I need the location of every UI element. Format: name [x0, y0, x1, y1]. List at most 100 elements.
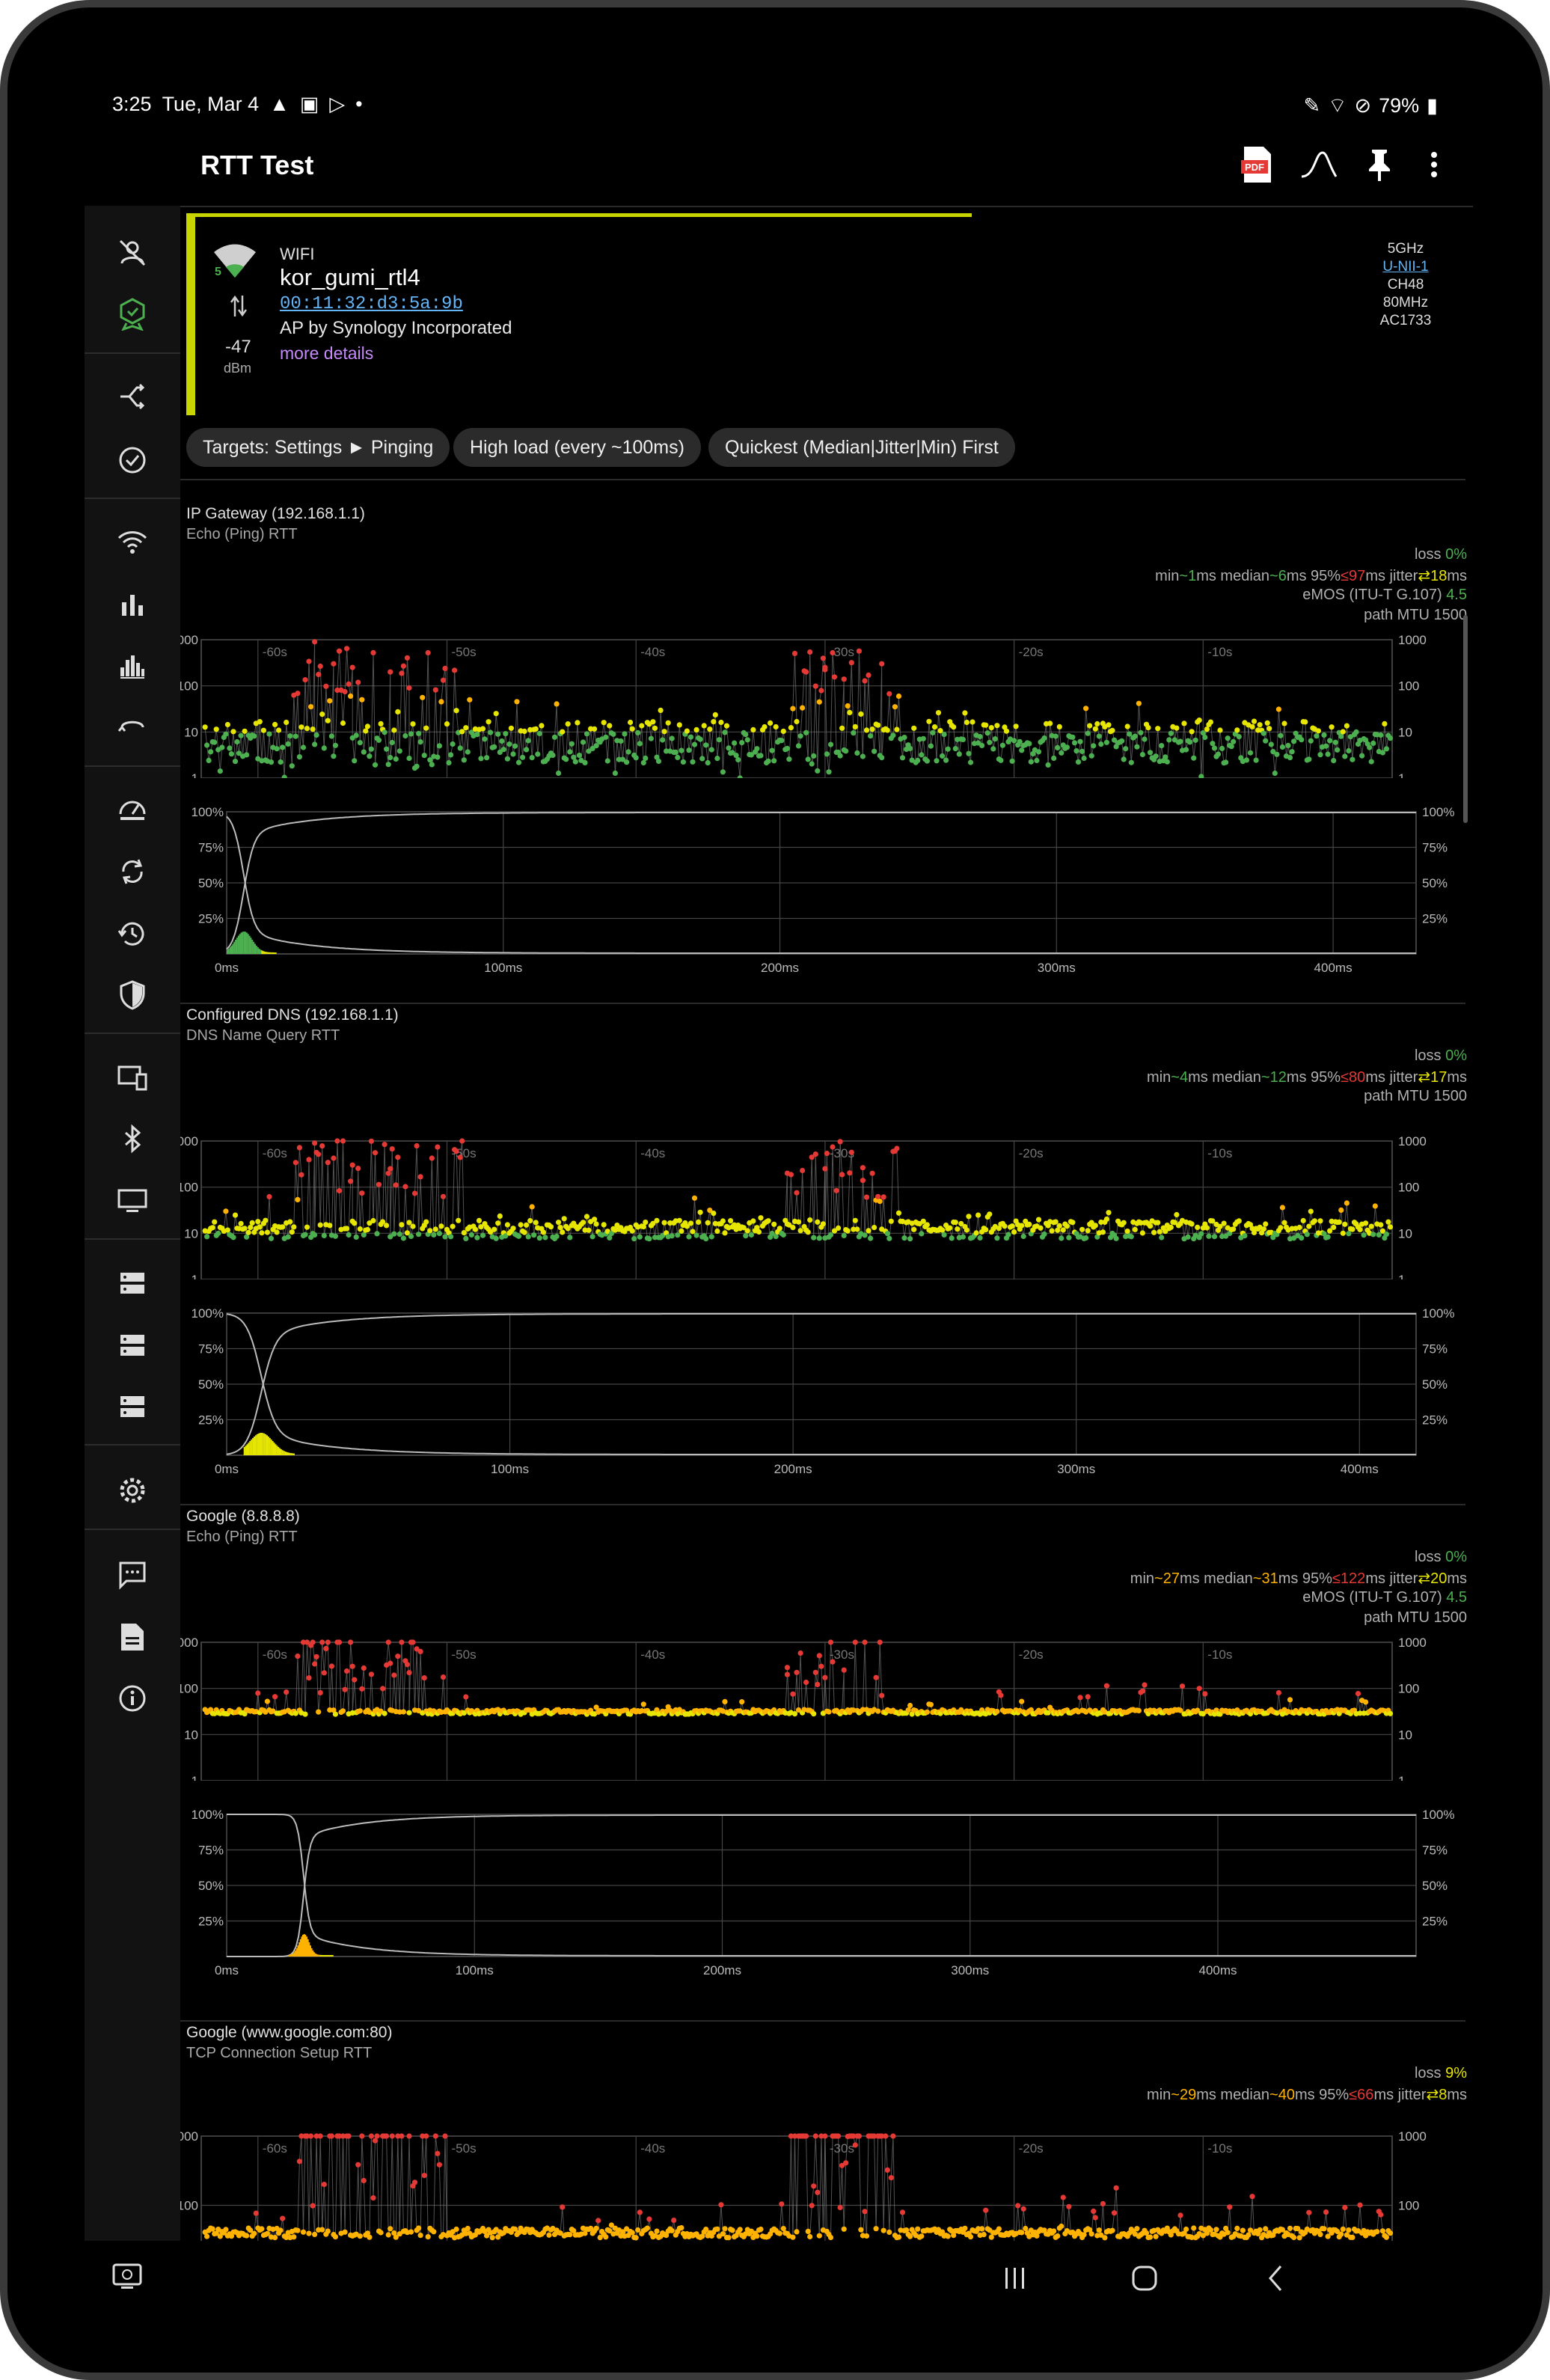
status-time: 3:25 [112, 93, 152, 115]
nav-info-icon[interactable] [104, 1672, 161, 1725]
rtt-point [854, 750, 860, 756]
back-icon[interactable] [1264, 2263, 1287, 2293]
rtt-point [1174, 1211, 1180, 1218]
nav-check-icon[interactable] [104, 434, 161, 486]
rtt-point [378, 2230, 384, 2236]
rtt-point [274, 746, 280, 752]
nav-bar-chart-icon[interactable] [104, 578, 161, 630]
nav-sync-icon[interactable] [104, 845, 161, 898]
x-tick-label: 0ms [215, 1963, 239, 1977]
rtt-point [370, 2195, 376, 2201]
rtt-point [327, 698, 333, 704]
y-tick-label-right: 50% [1422, 876, 1448, 890]
rtt-distribution-chart[interactable]: 100% 100% 75% 75% 50% 50% 25% 25% 0ms 100ms 200ms 3… [180, 804, 1473, 976]
nav-server-3-icon[interactable] [104, 1380, 161, 1433]
rtt-point [1106, 722, 1112, 728]
rtt-point [416, 730, 422, 736]
stat-median: ~40 [1269, 2087, 1295, 2103]
rtt-point [281, 774, 287, 778]
rtt-point [1106, 1210, 1112, 1216]
rtt-point [690, 759, 696, 765]
rtt-point [223, 731, 229, 737]
rtt-scatter-chart[interactable]: 100010001001001010-60s-50s-40s-30s-20s-1… [180, 2129, 1473, 2241]
rtt-point [212, 739, 218, 745]
rtt-scatter-chart[interactable]: 10001000100100101011-60s-50s-40s-30s-20s… [180, 632, 1473, 778]
rtt-scatter-chart[interactable]: 10001000100100101011-60s-50s-40s-30s-20s… [180, 1134, 1473, 1279]
rtt-point [548, 1224, 554, 1230]
home-icon[interactable] [1130, 2263, 1160, 2293]
nav-settings-icon[interactable] [104, 1464, 161, 1517]
sort-chip[interactable]: Quickest (Median|Jitter|Min) First [708, 428, 1015, 467]
nav-link-icon[interactable] [104, 701, 161, 753]
histogram-bar [249, 1441, 251, 1455]
rtt-point [1317, 2231, 1323, 2237]
nav-shield-icon[interactable] [104, 969, 161, 1021]
rtt-point [306, 1157, 312, 1163]
rtt-point [504, 1222, 510, 1228]
rtt-point [567, 749, 573, 755]
rtt-point [230, 729, 236, 735]
nav-document-icon[interactable] [104, 1611, 161, 1663]
nav-monitor-icon[interactable] [104, 1175, 161, 1227]
scrollbar[interactable] [1463, 615, 1468, 823]
y-tick-label-right: 75% [1422, 841, 1448, 855]
rtt-point [822, 1166, 828, 1172]
rtt-point [1363, 1220, 1369, 1226]
pin-icon[interactable] [1358, 144, 1400, 186]
pdf-export-icon[interactable]: PDF [1237, 144, 1278, 186]
rtt-point [1311, 1218, 1317, 1224]
rtt-point [1034, 757, 1040, 764]
section-subtitle: Echo (Ping) RTT [186, 526, 298, 542]
unii-link[interactable]: U-NII-1 [1368, 258, 1443, 276]
rtt-point [368, 746, 374, 752]
rtt-point [245, 1229, 251, 1235]
histogram-bar [260, 949, 262, 954]
rtt-point [955, 1226, 961, 1232]
rtt-distribution-chart[interactable]: 100% 100% 75% 75% 50% 50% 25% 25% 0ms 100ms 200ms 3… [180, 1807, 1473, 1979]
nav-no-account-icon[interactable] [104, 227, 161, 279]
rtt-point [962, 2225, 968, 2231]
rtt-point [525, 1234, 531, 1240]
nav-wifi-icon[interactable] [104, 516, 161, 569]
stat-min-label: min [1130, 1570, 1155, 1587]
rtt-point [818, 1663, 824, 1669]
nav-route-icon[interactable] [104, 370, 161, 423]
navigation-rail [85, 206, 180, 2241]
nav-history-icon[interactable] [104, 908, 161, 960]
rtt-point [1077, 1695, 1083, 1701]
screenshot-icon[interactable] [112, 2263, 142, 2290]
nav-rtt-badge-icon[interactable] [104, 288, 161, 340]
rtt-distribution-chart[interactable]: 100% 100% 75% 75% 50% 50% 25% 25% 0ms 100ms 200ms 3… [180, 1306, 1473, 1478]
overflow-menu-icon[interactable] [1413, 144, 1455, 186]
nav-speedometer-icon[interactable] [104, 783, 161, 836]
rtt-point [1215, 751, 1222, 757]
rtt-point [284, 719, 290, 726]
rtt-point [408, 1233, 414, 1239]
rtt-point [1368, 759, 1374, 765]
curve-icon[interactable] [1298, 144, 1340, 186]
band-badge: 5 [215, 266, 221, 278]
wifi-info-card[interactable]: 5 -47 dBm WIFI kor_gumi_rtl4 00:11:32:d3… [186, 213, 1473, 415]
rtt-scatter-chart[interactable]: 10001000100100101011-60s-50s-40s-30s-20s… [180, 1635, 1473, 1781]
nav-devices-icon[interactable] [104, 1051, 161, 1104]
targets-chip[interactable]: Targets: Settings ► Pinging [186, 428, 450, 467]
bssid-link[interactable]: 00:11:32:d3:5a:9b [280, 294, 463, 314]
rtt-point [1191, 2225, 1197, 2231]
rtt-point [1268, 741, 1274, 747]
x-tick-label: 400ms [1198, 1963, 1237, 1977]
rtt-point [987, 1211, 993, 1217]
nav-server-1-icon[interactable] [104, 1257, 161, 1309]
recent-apps-icon[interactable] [1001, 2265, 1028, 2292]
nav-server-2-icon[interactable] [104, 1319, 161, 1371]
rtt-point [1355, 1691, 1361, 1697]
rtt-point [1151, 1229, 1157, 1235]
rtt-point [291, 2234, 297, 2240]
nav-histogram-icon[interactable] [104, 640, 161, 692]
rtt-point [949, 1235, 955, 1241]
more-details-link[interactable]: more details [280, 343, 373, 364]
nav-feedback-icon[interactable] [104, 1549, 161, 1601]
nav-bluetooth-icon[interactable] [104, 1113, 161, 1165]
rtt-point [348, 1639, 354, 1645]
load-chip[interactable]: High load (every ~100ms) [453, 428, 701, 467]
rtt-point [372, 1150, 379, 1156]
